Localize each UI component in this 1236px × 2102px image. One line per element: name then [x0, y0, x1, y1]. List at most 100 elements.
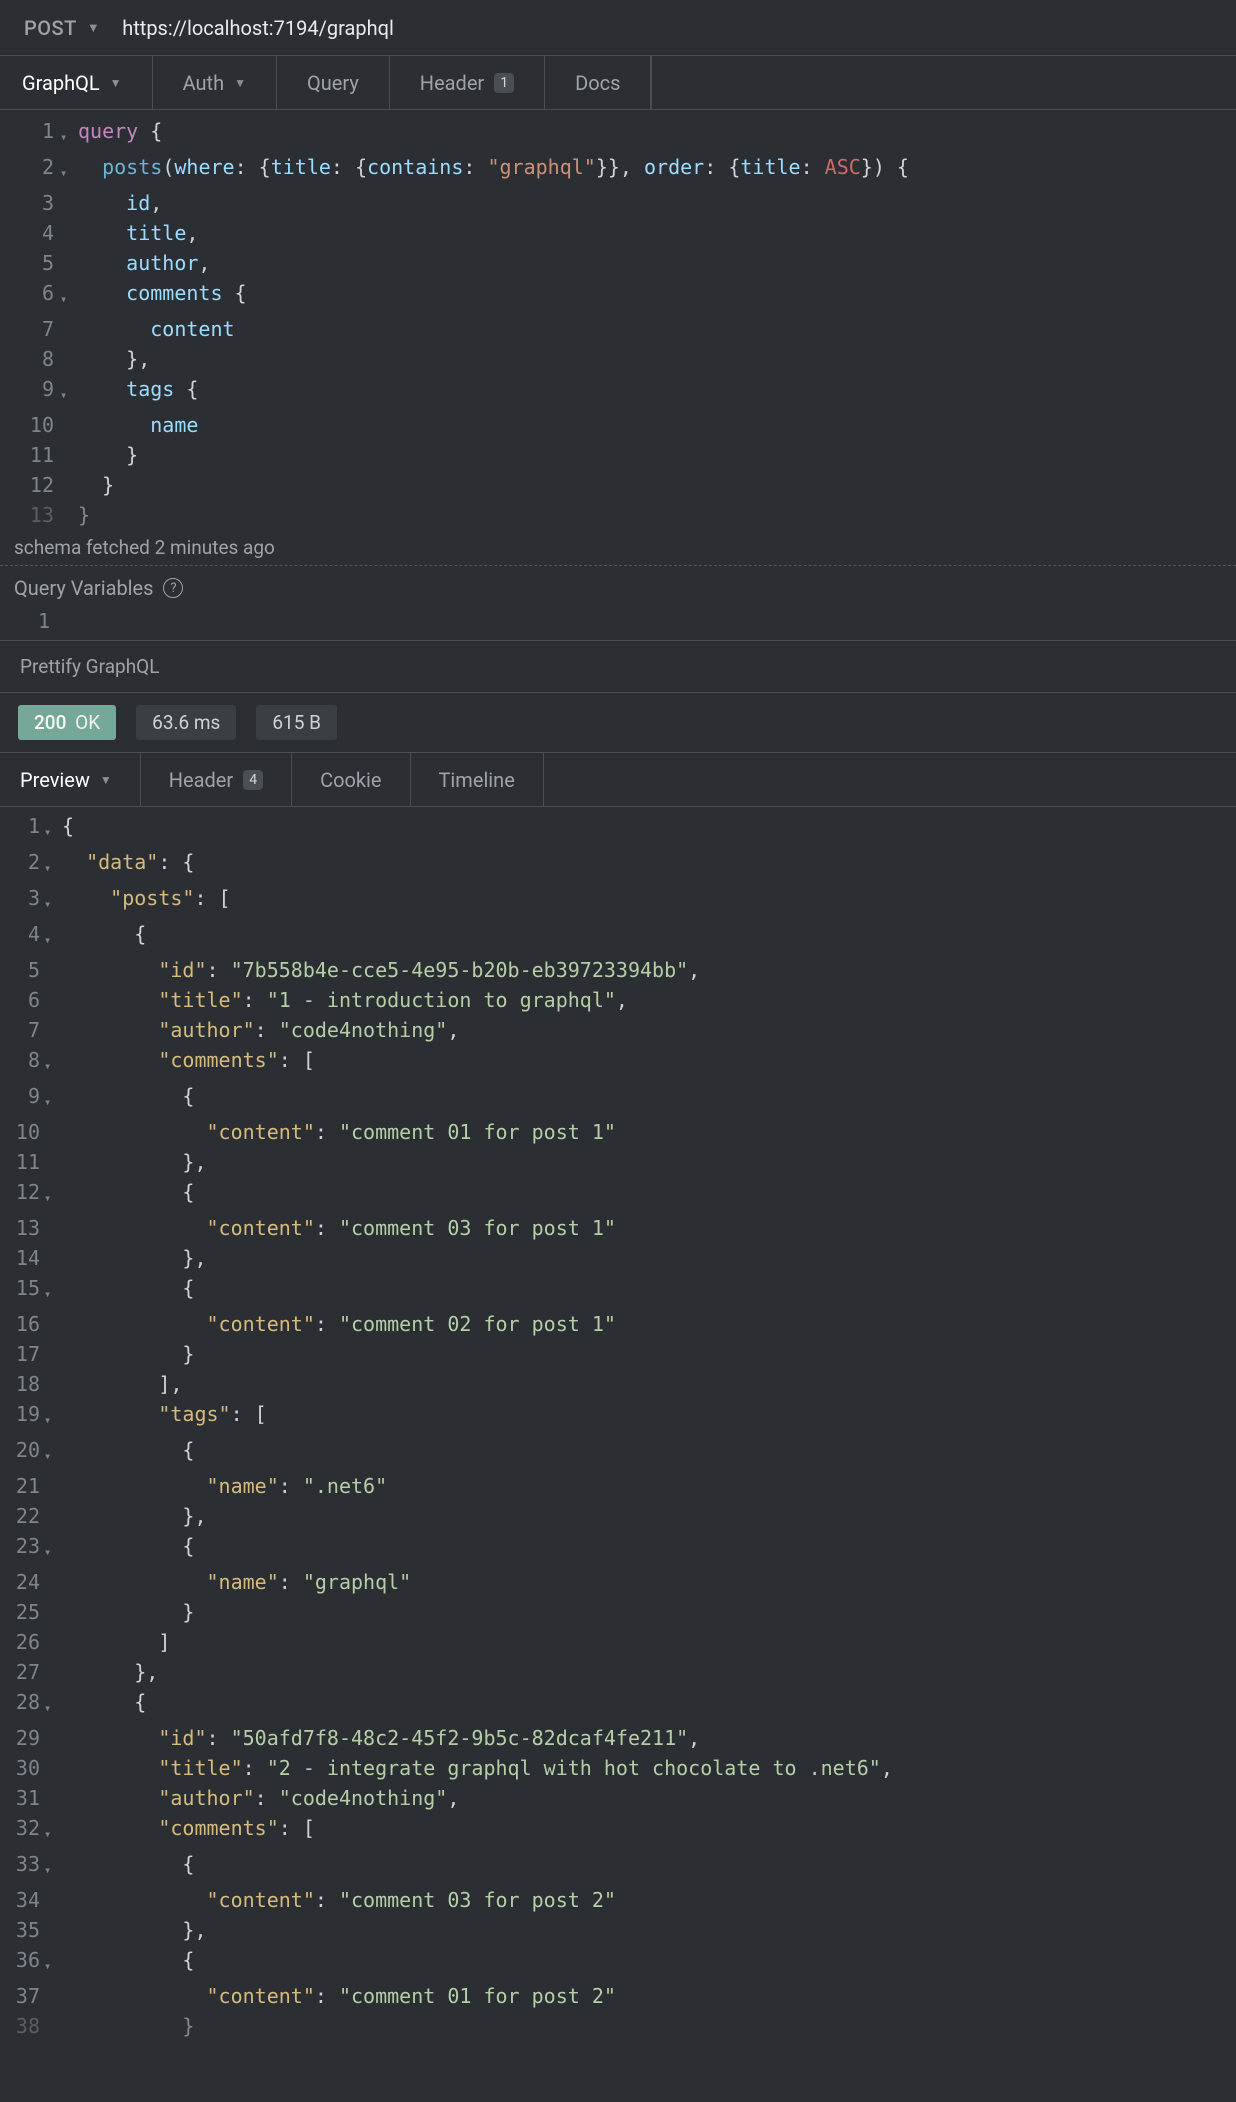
- fold-toggle-icon[interactable]: ▾: [44, 919, 62, 955]
- code-line[interactable]: id,: [78, 188, 1236, 218]
- fold-gutter: [44, 1753, 62, 1783]
- tab-timeline[interactable]: Timeline: [411, 753, 544, 806]
- code-line[interactable]: query {: [78, 116, 1236, 152]
- line-number: 5: [0, 955, 44, 985]
- line-number: 2: [0, 152, 60, 188]
- tab-query-label: Query: [307, 71, 359, 95]
- code-line[interactable]: },: [62, 1657, 1236, 1687]
- code-line[interactable]: tags {: [78, 374, 1236, 410]
- code-line[interactable]: {: [62, 1081, 1236, 1117]
- code-line[interactable]: "name": "graphql": [62, 1567, 1236, 1597]
- code-line[interactable]: }: [62, 1339, 1236, 1369]
- code-line[interactable]: },: [62, 1501, 1236, 1531]
- tab-auth[interactable]: Auth ▼: [153, 56, 277, 109]
- tab-graphql[interactable]: GraphQL ▼: [0, 56, 153, 109]
- tab-header[interactable]: Header 1: [390, 56, 545, 109]
- request-tabs: GraphQL ▼ Auth ▼ Query Header 1 Docs: [0, 56, 1236, 110]
- fold-toggle-icon[interactable]: ▾: [44, 1945, 62, 1981]
- line-number: 29: [0, 1723, 44, 1753]
- code-line[interactable]: "title": "2 - integrate graphql with hot…: [62, 1753, 1236, 1783]
- code-line[interactable]: "id": "7b558b4e-cce5-4e95-b20b-eb3972339…: [62, 955, 1236, 985]
- fold-toggle-icon[interactable]: ▾: [44, 1435, 62, 1471]
- fold-toggle-icon[interactable]: ▾: [44, 1531, 62, 1567]
- tab-docs[interactable]: Docs: [545, 56, 651, 109]
- query-variables-editor[interactable]: 1: [0, 606, 1236, 640]
- code-line[interactable]: name: [78, 410, 1236, 440]
- code-line[interactable]: {: [62, 1177, 1236, 1213]
- code-line[interactable]: title,: [78, 218, 1236, 248]
- fold-toggle-icon[interactable]: ▾: [44, 883, 62, 919]
- tab-response-header[interactable]: Header 4: [141, 753, 292, 806]
- code-line[interactable]: posts(where: {title: {contains: "graphql…: [78, 152, 1236, 188]
- graphql-query-editor[interactable]: 1▾query {2▾ posts(where: {title: {contai…: [0, 110, 1236, 530]
- prettify-graphql-button[interactable]: Prettify GraphQL: [0, 640, 1236, 693]
- fold-toggle-icon[interactable]: ▾: [44, 1177, 62, 1213]
- code-line[interactable]: {: [62, 1945, 1236, 1981]
- code-line[interactable]: "id": "50afd7f8-48c2-45f2-9b5c-82dcaf4fe…: [62, 1723, 1236, 1753]
- code-line[interactable]: },: [62, 1243, 1236, 1273]
- fold-toggle-icon[interactable]: ▾: [60, 278, 78, 314]
- code-line[interactable]: }: [78, 440, 1236, 470]
- code-line[interactable]: },: [62, 1147, 1236, 1177]
- line-number: 26: [0, 1627, 44, 1657]
- code-line[interactable]: {: [62, 1687, 1236, 1723]
- code-line[interactable]: content: [78, 314, 1236, 344]
- code-line[interactable]: "author": "code4nothing",: [62, 1015, 1236, 1045]
- tab-preview[interactable]: Preview ▼: [0, 753, 141, 806]
- code-line[interactable]: ],: [62, 1369, 1236, 1399]
- fold-toggle-icon[interactable]: ▾: [44, 1081, 62, 1117]
- code-line[interactable]: {: [62, 919, 1236, 955]
- code-line[interactable]: author,: [78, 248, 1236, 278]
- code-line[interactable]: "content": "comment 01 for post 2": [62, 1981, 1236, 2011]
- code-line[interactable]: comments {: [78, 278, 1236, 314]
- code-line[interactable]: {: [62, 811, 1236, 847]
- code-line[interactable]: {: [62, 1849, 1236, 1885]
- response-preview[interactable]: 1▾{2▾ "data": {3▾ "posts": [4▾ {5 "id": …: [0, 807, 1236, 2041]
- fold-toggle-icon[interactable]: ▾: [44, 1687, 62, 1723]
- code-line[interactable]: "data": {: [62, 847, 1236, 883]
- code-line[interactable]: }: [78, 470, 1236, 500]
- line-number: 22: [0, 1501, 44, 1531]
- fold-gutter: [44, 1339, 62, 1369]
- fold-toggle-icon[interactable]: ▾: [44, 1045, 62, 1081]
- code-line[interactable]: "content": "comment 03 for post 2": [62, 1885, 1236, 1915]
- response-size-pill: 615 B: [256, 705, 337, 740]
- http-method-dropdown[interactable]: POST ▼: [24, 16, 100, 40]
- fold-toggle-icon[interactable]: ▾: [44, 811, 62, 847]
- fold-toggle-icon[interactable]: ▾: [44, 1849, 62, 1885]
- code-line[interactable]: },: [78, 344, 1236, 374]
- fold-gutter: [60, 314, 78, 344]
- chevron-down-icon: ▼: [100, 773, 112, 787]
- fold-toggle-icon[interactable]: ▾: [60, 152, 78, 188]
- tab-query[interactable]: Query: [277, 56, 390, 109]
- code-line[interactable]: {: [62, 1531, 1236, 1567]
- fold-toggle-icon[interactable]: ▾: [44, 1399, 62, 1435]
- code-line[interactable]: },: [62, 1915, 1236, 1945]
- code-line[interactable]: }: [62, 1597, 1236, 1627]
- fold-gutter: [44, 1597, 62, 1627]
- code-line[interactable]: {: [62, 1435, 1236, 1471]
- tab-cookie[interactable]: Cookie: [292, 753, 410, 806]
- code-line[interactable]: "content": "comment 01 for post 1": [62, 1117, 1236, 1147]
- code-line[interactable]: "author": "code4nothing",: [62, 1783, 1236, 1813]
- code-line[interactable]: "name": ".net6": [62, 1471, 1236, 1501]
- fold-toggle-icon[interactable]: ▾: [44, 847, 62, 883]
- code-line[interactable]: "content": "comment 03 for post 1": [62, 1213, 1236, 1243]
- fold-toggle-icon[interactable]: ▾: [60, 374, 78, 410]
- code-line[interactable]: }: [62, 2011, 1236, 2041]
- code-line[interactable]: "title": "1 - introduction to graphql",: [62, 985, 1236, 1015]
- code-line[interactable]: "comments": [: [62, 1813, 1236, 1849]
- tab-response-header-label: Header: [169, 768, 233, 792]
- code-line[interactable]: "content": "comment 02 for post 1": [62, 1309, 1236, 1339]
- fold-toggle-icon[interactable]: ▾: [60, 116, 78, 152]
- code-line[interactable]: "tags": [: [62, 1399, 1236, 1435]
- code-line[interactable]: "posts": [: [62, 883, 1236, 919]
- code-line[interactable]: }: [78, 500, 1236, 530]
- code-line[interactable]: {: [62, 1273, 1236, 1309]
- help-icon[interactable]: ?: [163, 578, 183, 598]
- fold-toggle-icon[interactable]: ▾: [44, 1813, 62, 1849]
- code-line[interactable]: "comments": [: [62, 1045, 1236, 1081]
- fold-toggle-icon[interactable]: ▾: [44, 1273, 62, 1309]
- url-input[interactable]: https://localhost:7194/graphql: [122, 16, 394, 40]
- code-line[interactable]: ]: [62, 1627, 1236, 1657]
